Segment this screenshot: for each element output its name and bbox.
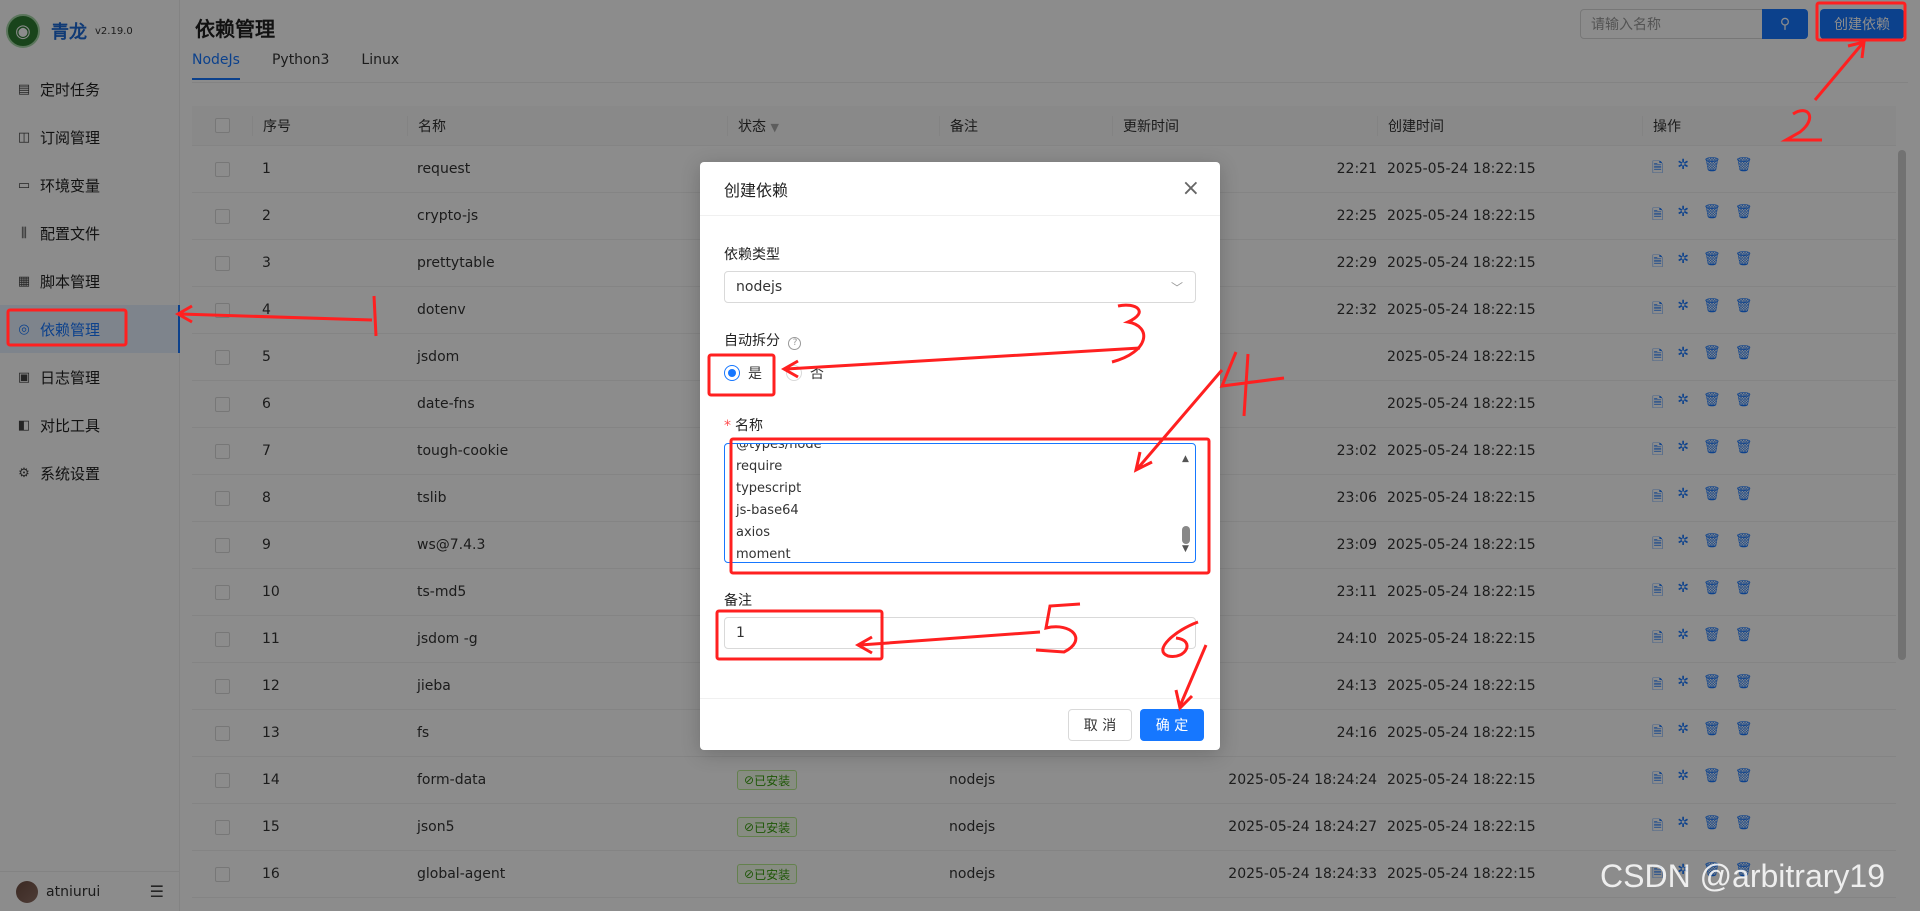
cancel-button[interactable]: 取 消 (1068, 709, 1132, 741)
confirm-button[interactable]: 确 定 (1140, 709, 1204, 741)
split-no-label[interactable]: 否 (810, 363, 824, 383)
split-radio-group: 是 否 (724, 363, 824, 383)
name-line: axios (736, 525, 770, 540)
chevron-down-icon: ﹀ (1170, 280, 1183, 295)
split-label: 自动拆分 (724, 333, 780, 349)
split-yes-label[interactable]: 是 (748, 363, 762, 383)
dependency-type-value: nodejs (736, 279, 783, 295)
remark-label: 备注 (724, 593, 752, 609)
name-lines: @types/node require typescript js-base64 axi… (736, 443, 1184, 562)
name-label: 名称 (735, 418, 763, 434)
required-mark: * (724, 418, 731, 434)
watermark: CSDN @arbitrary19 (1600, 858, 1885, 894)
dependency-type-select[interactable]: nodejs ﹀ (724, 271, 1196, 303)
modal-title: 创建依赖 (724, 180, 789, 200)
type-label: 依赖类型 (724, 247, 780, 263)
split-label-row: 自动拆分 ? (724, 330, 802, 350)
name-line: typescript (736, 481, 802, 496)
split-yes-radio[interactable] (724, 365, 740, 381)
name-label-row: * 名称 (724, 415, 763, 435)
name-line: @types/node (736, 443, 822, 452)
textarea-scrollbar[interactable]: ▲ ▼ (1181, 448, 1191, 560)
help-icon[interactable]: ? (788, 337, 802, 350)
name-line: moment (736, 547, 791, 562)
modal-footer: 取 消 确 定 (700, 698, 1220, 750)
name-line: js-base64 (736, 503, 799, 518)
name-textarea[interactable]: @types/node require typescript js-base64 axi… (724, 443, 1196, 563)
scroll-down-icon[interactable]: ▼ (1182, 538, 1189, 560)
remark-input[interactable]: 1 (724, 617, 1196, 649)
scroll-up-icon[interactable]: ▲ (1182, 448, 1189, 470)
close-icon[interactable]: × (1182, 176, 1200, 201)
create-dependency-modal: 创建依赖 × 依赖类型 nodejs ﹀ 自动拆分 ? 是 否 * 名称 @typ… (700, 162, 1220, 750)
modal-header: 创建依赖 × (700, 162, 1220, 216)
split-no-radio[interactable] (786, 365, 802, 381)
name-line: require (736, 459, 783, 474)
